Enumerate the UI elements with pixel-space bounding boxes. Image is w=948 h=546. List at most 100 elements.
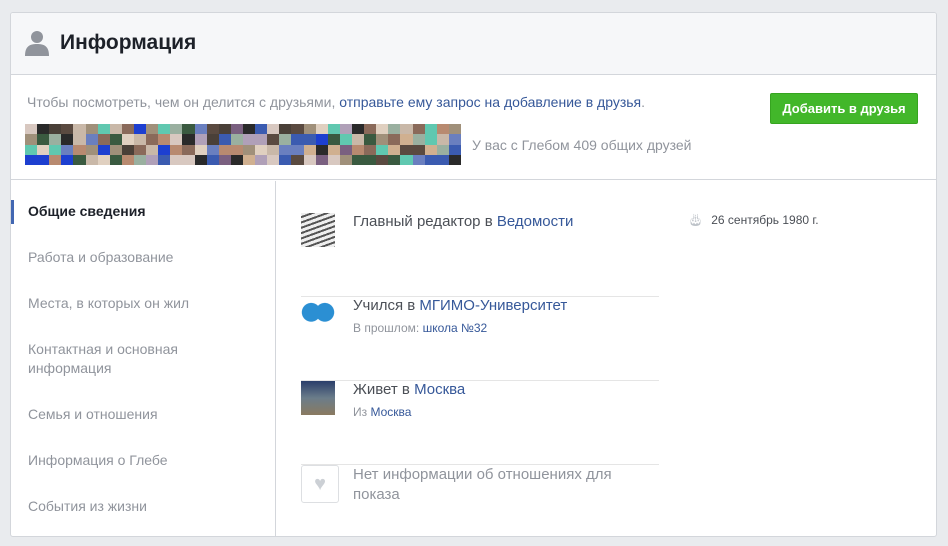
mosaic-cell <box>267 124 280 135</box>
mosaic-cell <box>412 154 425 165</box>
nav-overview[interactable]: Общие сведения <box>28 202 248 221</box>
mosaic-cell <box>412 134 425 145</box>
past-education: В прошлом: школа №32 <box>353 321 488 335</box>
mosaic-cell <box>97 154 110 165</box>
residence-link[interactable]: Москва <box>414 381 465 398</box>
mosaic-cell <box>158 134 171 145</box>
mosaic-cell <box>388 144 401 155</box>
mosaic-cell <box>170 144 183 155</box>
send-request-link[interactable]: отправьте ему запрос на добавление в дру… <box>339 94 641 110</box>
mosaic-cell <box>25 134 38 145</box>
mosaic-cell <box>412 144 425 155</box>
mosaic-cell <box>182 154 195 165</box>
mosaic-cell <box>25 124 38 135</box>
work-text: Главный редактор в Ведомости <box>353 213 574 230</box>
relationship-item: ♥ Нет информации об отношениях для показ… <box>301 465 659 536</box>
mosaic-cell <box>291 134 304 145</box>
mosaic-cell <box>206 144 219 155</box>
mosaic-cell <box>170 154 183 165</box>
mosaic-cell <box>315 154 328 165</box>
mosaic-cell <box>436 144 449 155</box>
mosaic-cell <box>291 154 304 165</box>
past-school-link[interactable]: школа №32 <box>423 321 488 335</box>
mosaic-cell <box>97 134 110 145</box>
mosaic-cell <box>133 134 147 145</box>
birthday: 🎂︎ 26 сентябрь 1980 г. <box>688 213 819 227</box>
education-link[interactable]: МГИМО-Университет <box>419 297 567 314</box>
mosaic-cell <box>158 124 171 135</box>
mosaic-cell <box>255 144 268 155</box>
mosaic-cell <box>291 144 304 155</box>
nav-contact-info[interactable]: Контактная и основная информация <box>28 340 218 378</box>
mosaic-cell <box>73 144 86 155</box>
nav-details[interactable]: Информация о Глебе <box>28 451 248 470</box>
mosaic-cell <box>218 134 231 145</box>
mosaic-cell <box>146 144 159 155</box>
mosaic-cell <box>388 154 401 165</box>
mosaic-cell <box>37 144 50 155</box>
moscow-thumbnail[interactable] <box>301 381 335 415</box>
mosaic-cell <box>218 124 231 135</box>
mosaic-cell <box>279 144 292 155</box>
nav-work-education[interactable]: Работа и образование <box>28 248 248 267</box>
mosaic-cell <box>194 144 207 155</box>
mosaic-cell <box>218 144 231 155</box>
mosaic-cell <box>327 124 340 135</box>
mosaic-cell <box>194 124 207 135</box>
mosaic-cell <box>376 134 389 145</box>
mosaic-cell <box>133 124 147 135</box>
mosaic-cell <box>133 144 147 155</box>
mosaic-cell <box>315 134 328 145</box>
nav-family[interactable]: Семья и отношения <box>28 405 248 424</box>
hometown-link[interactable]: Москва <box>370 405 411 419</box>
mosaic-cell <box>279 134 292 145</box>
nav-places[interactable]: Места, в которых он жил <box>28 294 248 313</box>
work-link[interactable]: Ведомости <box>497 213 574 230</box>
mosaic-cell <box>436 134 449 145</box>
mosaic-cell <box>388 134 401 145</box>
mosaic-cell <box>109 154 122 165</box>
mosaic-cell <box>242 144 256 155</box>
mosaic-cell <box>424 134 437 145</box>
mosaic-cell <box>133 154 147 165</box>
mosaic-cell <box>424 124 437 135</box>
mosaic-cell <box>230 124 243 135</box>
mosaic-cell <box>400 124 413 135</box>
mutual-friends-avatars[interactable] <box>25 124 461 165</box>
mosaic-cell <box>194 154 207 165</box>
mosaic-cell <box>388 124 401 135</box>
mosaic-cell <box>97 124 110 135</box>
vedomosti-thumbnail[interactable] <box>301 213 335 247</box>
hometown: Из Москва <box>353 405 412 419</box>
mosaic-cell <box>73 134 86 145</box>
mosaic-cell <box>351 134 365 145</box>
mosaic-cell <box>303 134 316 145</box>
nav-life-events[interactable]: События из жизни <box>28 497 248 516</box>
add-friend-button[interactable]: Добавить в друзья <box>770 93 918 124</box>
residence-item: Живет в Москва Из Москва <box>301 381 659 465</box>
mosaic-cell <box>37 154 50 165</box>
mosaic-cell <box>170 134 183 145</box>
mosaic-cell <box>49 124 62 135</box>
mosaic-cell <box>146 154 159 165</box>
mosaic-cell <box>424 144 437 155</box>
mosaic-cell <box>400 134 413 145</box>
mosaic-cell <box>376 144 389 155</box>
mosaic-cell <box>267 154 280 165</box>
mosaic-cell <box>327 144 340 155</box>
mutual-friends-count[interactable]: У вас с Глебом 409 общих друзей <box>472 137 692 153</box>
mosaic-cell <box>61 154 74 165</box>
mosaic-cell <box>182 124 195 135</box>
mosaic-cell <box>242 154 256 165</box>
mosaic-cell <box>327 154 340 165</box>
mosaic-cell <box>279 124 292 135</box>
mosaic-cell <box>327 134 340 145</box>
mgimo-thumbnail[interactable] <box>301 297 335 331</box>
mosaic-cell <box>436 154 449 165</box>
mosaic-cell <box>448 134 461 145</box>
mosaic-cell <box>182 134 195 145</box>
mosaic-cell <box>182 144 195 155</box>
mosaic-cell <box>400 144 413 155</box>
mosaic-cell <box>448 124 461 135</box>
mosaic-cell <box>339 154 352 165</box>
